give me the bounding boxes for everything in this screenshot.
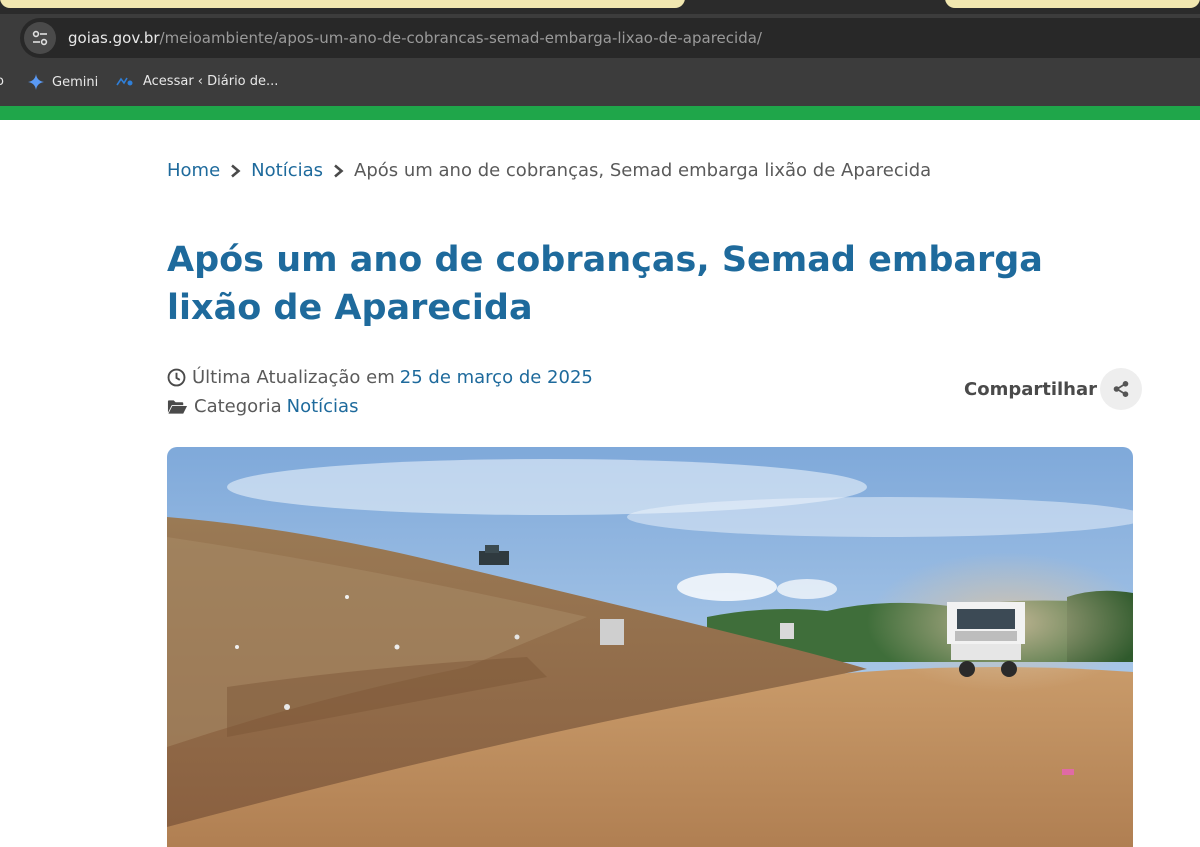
bookmark-partial[interactable]: o [0, 74, 4, 89]
page-title: Após um ano de cobranças, Semad embarga … [167, 240, 1043, 328]
updated-date-link[interactable]: 25 de março de 2025 [400, 363, 593, 392]
category-label: Categoria [194, 396, 282, 417]
breadcrumb-current: Após um ano de cobranças, Semad embarga … [354, 160, 932, 181]
site-info-button[interactable] [24, 22, 56, 54]
share-control[interactable]: Compartilhar [964, 368, 1143, 410]
share-button[interactable] [1100, 368, 1143, 410]
gemini-sparkle-icon [28, 74, 44, 90]
browser-tab[interactable] [945, 0, 1200, 8]
url-text: goias.gov.br/meioambiente/apos-um-ano-de… [68, 29, 762, 47]
bookmark-diario[interactable]: Acessar ‹ Diário de... [116, 74, 278, 89]
site-header-bar [0, 106, 1200, 120]
url-path: /meioambiente/apos-um-ano-de-cobrancas-s… [159, 29, 762, 47]
tune-icon [32, 30, 48, 46]
updated-label: Última Atualização em [192, 367, 395, 388]
bookmark-label: Acessar ‹ Diário de... [143, 74, 279, 89]
bookmark-label: Gemini [52, 74, 99, 90]
browser-tab-strip [0, 0, 1200, 14]
share-label: Compartilhar [964, 378, 1098, 400]
share-icon [1113, 381, 1129, 397]
bookmark-gemini[interactable]: Gemini [28, 74, 98, 90]
breadcrumb: Home Notícias Após um ano de cobranças, … [167, 160, 931, 181]
folder-open-icon [167, 399, 188, 414]
browser-tab[interactable] [0, 0, 685, 8]
bookmarks-bar: o Gemini Acessar ‹ Diário de... [0, 62, 1200, 106]
browser-toolbar: goias.gov.br/meioambiente/apos-um-ano-de… [0, 14, 1200, 62]
landfill-photo [167, 447, 1133, 847]
clock-icon [167, 368, 186, 387]
article-meta: Última Atualização em 25 de março de 202… [167, 363, 593, 421]
chevron-right-icon [333, 164, 344, 178]
updated-row: Última Atualização em 25 de março de 202… [167, 363, 593, 392]
breadcrumb-news[interactable]: Notícias [251, 160, 323, 181]
diario-favicon-icon [116, 77, 133, 85]
url-host: goias.gov.br [68, 29, 160, 47]
breadcrumb-home[interactable]: Home [167, 160, 220, 181]
category-link[interactable]: Notícias [287, 392, 359, 421]
address-bar[interactable]: goias.gov.br/meioambiente/apos-um-ano-de… [20, 18, 1200, 58]
chevron-right-icon [230, 164, 241, 178]
article-hero-image [167, 447, 1133, 847]
category-row: Categoria Notícias [167, 392, 593, 421]
